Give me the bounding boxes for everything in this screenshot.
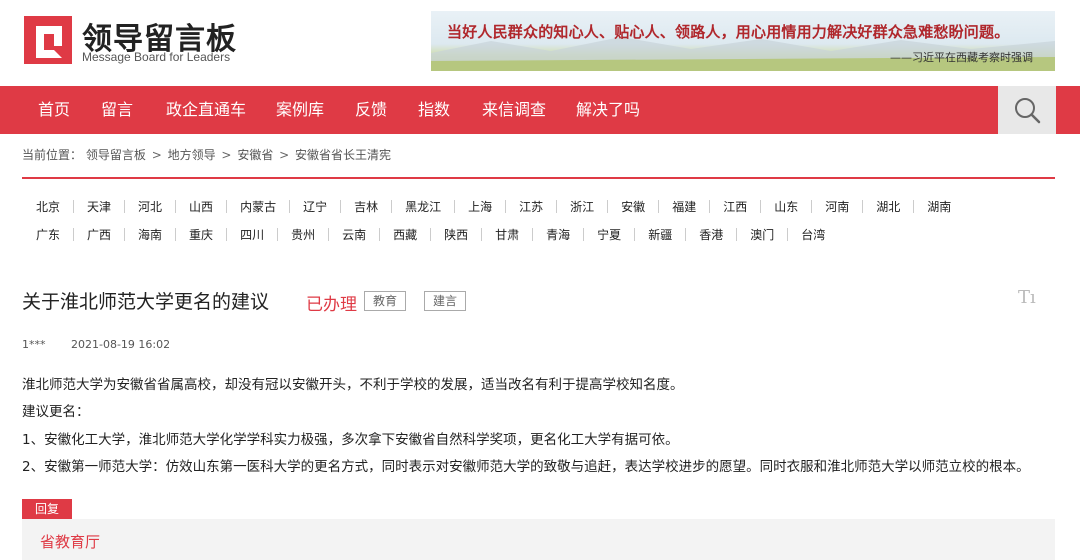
breadcrumb: 当前位置： 领导留言板 > 地方领导 > 安徽省 > 安徽省省长王清宪 (22, 146, 391, 163)
region-link[interactable]: 重庆 (176, 226, 226, 243)
banner-quote: 当好人民群众的知心人、贴心人、领路人，用心用情用力解决好群众急难愁盼问题。 (447, 23, 1010, 41)
status-badge: 已办理 (306, 295, 357, 315)
nav-item-cases[interactable]: 案例库 (276, 86, 324, 134)
region-link[interactable]: 陕西 (431, 226, 481, 243)
nav-item-gov-enterprise[interactable]: 政企直通车 (166, 86, 246, 134)
region-link[interactable]: 宁夏 (584, 226, 634, 243)
region-link[interactable]: 江苏 (506, 198, 556, 215)
region-link[interactable]: 贵州 (278, 226, 328, 243)
region-link[interactable]: 广东 (22, 226, 73, 243)
region-link[interactable]: 安徽 (608, 198, 658, 215)
nav-item-index[interactable]: 指数 (418, 86, 450, 134)
article-meta: 1*** 2021-08-19 16:02 (22, 338, 170, 351)
site-subtitle: Message Board for Leaders (82, 50, 231, 64)
tag-education[interactable]: 教育 (364, 291, 407, 311)
region-link[interactable]: 海南 (125, 226, 175, 243)
main-nav: 首页 留言 政企直通车 案例库 反馈 指数 来信调查 解决了吗 (0, 86, 1080, 134)
region-link[interactable]: 上海 (455, 198, 505, 215)
slogan-banner: 当好人民群众的知心人、贴心人、领路人，用心用情用力解决好群众急难愁盼问题。 ——… (431, 11, 1055, 71)
divider (22, 177, 1055, 179)
breadcrumb-item[interactable]: 安徽省 (237, 148, 273, 162)
search-button[interactable] (998, 86, 1056, 134)
region-link[interactable]: 吉林 (341, 198, 391, 215)
body-paragraph: 淮北师范大学为安徽省省属高校，却没有冠以安徽开头，不利于学校的发展，适当改名有利… (22, 377, 684, 393)
region-link[interactable]: 四川 (227, 226, 277, 243)
page-title: 关于淮北师范大学更名的建议 (22, 291, 270, 313)
region-link[interactable]: 辽宁 (290, 198, 340, 215)
region-list-row-1: 北京 天津 河北 山西 内蒙古 辽宁 吉林 黑龙江 上海 江苏 浙江 安徽 福建 江西 山东 河南 湖北 湖南 (22, 196, 964, 216)
region-link[interactable]: 广西 (74, 226, 124, 243)
region-link[interactable]: 北京 (22, 198, 73, 215)
region-link[interactable]: 河南 (812, 198, 862, 215)
search-icon (1015, 98, 1041, 124)
region-link[interactable]: 新疆 (635, 226, 685, 243)
reply-box (22, 519, 1055, 560)
region-link[interactable]: 江西 (710, 198, 760, 215)
region-link[interactable]: 湖北 (863, 198, 913, 215)
region-link[interactable]: 河北 (125, 198, 175, 215)
breadcrumb-item[interactable]: 安徽省省长王清宪 (295, 148, 391, 162)
breadcrumb-item[interactable]: 地方领导 (168, 148, 216, 162)
nav-item-resolved[interactable]: 解决了吗 (576, 86, 640, 134)
font-size-icon[interactable]: Tı (1018, 287, 1036, 308)
post-date: 2021-08-19 16:02 (71, 338, 171, 351)
breadcrumb-prefix: 当前位置： (22, 148, 83, 162)
region-link[interactable]: 甘肃 (482, 226, 532, 243)
nav-item-feedback[interactable]: 反馈 (355, 86, 387, 134)
breadcrumb-item[interactable]: 领导留言板 (86, 148, 146, 162)
reply-org: 省教育厅 (40, 533, 101, 551)
region-link[interactable]: 黑龙江 (392, 198, 454, 215)
region-link[interactable]: 浙江 (557, 198, 607, 215)
reply-tab: 回复 (22, 499, 72, 519)
tag-suggestion[interactable]: 建言 (424, 291, 467, 311)
region-link[interactable]: 台湾 (788, 226, 838, 243)
site-logo-icon[interactable] (24, 16, 72, 64)
region-link[interactable]: 湖南 (914, 198, 964, 215)
region-link[interactable]: 福建 (659, 198, 709, 215)
author: 1*** (22, 338, 46, 351)
region-link[interactable]: 西藏 (380, 226, 430, 243)
breadcrumb-separator: > (221, 148, 232, 162)
nav-item-survey[interactable]: 来信调查 (482, 86, 546, 134)
nav-item-home[interactable]: 首页 (38, 86, 70, 134)
banner-source: ——习近平在西藏考察时强调 (890, 51, 1033, 64)
region-link[interactable]: 云南 (329, 226, 379, 243)
region-link[interactable]: 山东 (761, 198, 811, 215)
nav-item-message[interactable]: 留言 (101, 86, 133, 134)
region-link[interactable]: 天津 (74, 198, 124, 215)
region-link[interactable]: 内蒙古 (227, 198, 289, 215)
region-list-row-2: 广东 广西 海南 重庆 四川 贵州 云南 西藏 陕西 甘肃 青海 宁夏 新疆 香港 澳门 台湾 (22, 224, 838, 244)
site-header: 领导留言板 Message Board for Leaders 当好人民群众的知… (0, 0, 1080, 86)
breadcrumb-separator: > (279, 148, 290, 162)
region-link[interactable]: 青海 (533, 226, 583, 243)
region-link[interactable]: 澳门 (737, 226, 787, 243)
body-paragraph: 2、安徽第一师范大学：仿效山东第一医科大学的更名方式，同时表示对安徽师范大学的致… (22, 459, 1030, 475)
body-paragraph: 建议更名： (22, 404, 90, 420)
breadcrumb-separator: > (151, 148, 162, 162)
region-link[interactable]: 香港 (686, 226, 736, 243)
region-link[interactable]: 山西 (176, 198, 226, 215)
body-paragraph: 1、安徽化工大学，淮北师范大学化学学科实力极强，多次拿下安徽省自然科学奖项，更名… (22, 432, 679, 448)
